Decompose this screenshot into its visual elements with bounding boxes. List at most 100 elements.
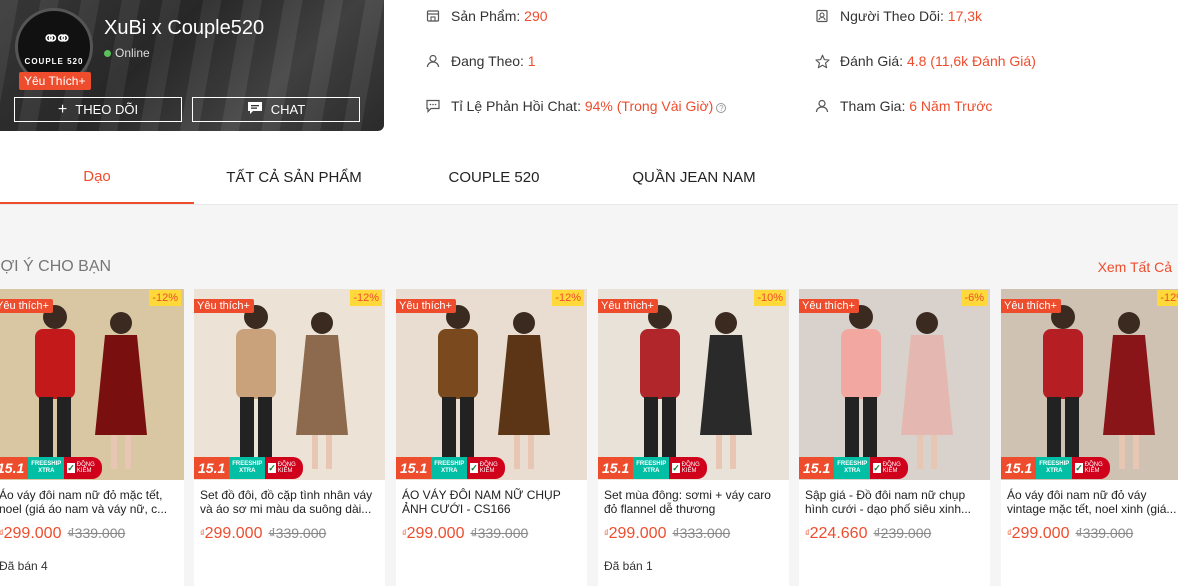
favorite-badge: Yêu thích+: [1001, 299, 1061, 313]
inspection-badge: ✓ ĐỒNG KIỂM: [265, 457, 304, 479]
product-card[interactable]: Yêu thích+ -12% 15.1 FREESHIP XTRA ✓ ĐỒN…: [396, 289, 587, 586]
freeship-label: FREESHIP XTRA: [1036, 457, 1073, 479]
current-price: 299.000: [1011, 525, 1070, 542]
followers-icon: [814, 8, 830, 24]
product-image[interactable]: [396, 289, 587, 480]
promo-banner: 15.1 FREESHIP XTRA ✓ ĐỒNG KIỂM: [598, 456, 708, 480]
chat-rate-label: Tỉ Lệ Phản Hồi Chat:: [451, 98, 581, 114]
product-price: ₫224.660 ₫239.000: [805, 525, 931, 543]
chat-rate-value: 94% (Trong Vài Giờ): [584, 98, 714, 114]
freeship-label: FREESHIP XTRA: [229, 457, 266, 479]
section-title: GỢI Ý CHO BẠN: [0, 258, 112, 275]
tab-all-products[interactable]: TẤT CẢ SẢN PHẨM: [194, 150, 394, 204]
product-name[interactable]: Sập giá - Đồ đôi nam nữ chụp hình cưới -…: [805, 488, 985, 516]
current-price: 299.000: [3, 525, 62, 542]
online-status: Online: [104, 46, 150, 60]
original-price: ₫339.000: [268, 525, 327, 541]
product-price: ₫299.000 ₫339.000: [200, 525, 326, 543]
sale-151-label: 15.1: [194, 457, 230, 479]
product-name[interactable]: Áo váy đôi nam nữ đỏ mặc tết, noel (giá …: [0, 488, 179, 516]
product-card[interactable]: Yêu thích+ -10% 15.1 FREESHIP XTRA ✓ ĐỒN…: [598, 289, 789, 586]
product-image[interactable]: [0, 289, 184, 480]
current-price: 224.660: [809, 525, 868, 542]
favorite-badge: Yêu thích+: [396, 299, 456, 313]
sale-151-label: 15.1: [396, 457, 432, 479]
joined-label: Tham Gia:: [840, 98, 906, 114]
stat-following: Đang Theo: 1: [425, 53, 536, 69]
following-value: 1: [527, 53, 536, 69]
check-icon: ✓: [67, 463, 75, 473]
sold-count: Đã bán 1: [604, 559, 653, 573]
inspection-badge: ✓ ĐỒNG KIỂM: [870, 457, 909, 479]
chat-label: CHAT: [270, 102, 306, 117]
original-price: ₫333.000: [672, 525, 731, 541]
stat-rating: Đánh Giá: 4.8 (11,6k Đánh Giá): [814, 53, 1036, 69]
check-icon: ✓: [1075, 463, 1083, 473]
product-card[interactable]: Yêu thích+ -6% 15.1 FREESHIP XTRA ✓ ĐỒNG…: [799, 289, 990, 586]
sale-151-label: 15.1: [799, 457, 835, 479]
product-price: ₫299.000 ₫339.000: [1007, 525, 1133, 543]
following-label: Đang Theo:: [451, 53, 524, 69]
shop-tabs: Dạo TẤT CẢ SẢN PHẨM COUPLE 520 QUẦN JEAN…: [0, 150, 1178, 205]
see-all-link[interactable]: Xem Tất Cả: [1098, 259, 1172, 275]
original-price: ₫339.000: [1075, 525, 1134, 541]
stat-followers: Người Theo Dõi: 17,3k: [814, 8, 982, 24]
promo-banner: 15.1 FREESHIP XTRA ✓ ĐỒNG KIỂM: [0, 456, 103, 480]
check-icon: ✓: [470, 463, 478, 473]
shop-header-card: ⚭⚭ COUPLE 520 Yêu Thích+ XuBi x Couple52…: [0, 0, 384, 131]
product-card[interactable]: Yêu thích+ -12% 15.1 FREESHIP XTRA ✓ ĐỒN…: [194, 289, 385, 586]
product-name[interactable]: ÁO VÁY ĐÔI NAM NỮ CHỤP ẢNH CƯỚI - CS166: [402, 488, 582, 516]
product-name[interactable]: Áo váy đôi nam nữ đỏ váy vintage mặc tết…: [1007, 488, 1178, 516]
discount-badge: -12%: [149, 290, 181, 306]
product-image[interactable]: [194, 289, 385, 480]
stat-joined: Tham Gia: 6 Năm Trước: [814, 98, 992, 114]
follow-button[interactable]: + THEO DÕI: [14, 97, 182, 122]
joined-value: 6 Năm Trước: [909, 98, 993, 114]
product-image[interactable]: [1001, 289, 1178, 480]
product-name[interactable]: Set đồ đôi, đồ cặp tình nhân váy và áo s…: [200, 488, 380, 516]
rating-label: Đánh Giá:: [840, 53, 904, 69]
tab-mens-jeans[interactable]: QUẦN JEAN NAM: [594, 150, 794, 204]
inspection-label: ĐỒNG KIỂM: [882, 462, 901, 474]
product-price: ₫299.000 ₫339.000: [0, 525, 125, 543]
follow-label: THEO DÕI: [75, 102, 139, 117]
promo-banner: 15.1 FREESHIP XTRA ✓ ĐỒNG KIỂM: [1001, 456, 1111, 480]
favorite-badge: Yêu thích+: [0, 299, 53, 313]
freeship-label: FREESHIP XTRA: [28, 457, 65, 479]
product-card[interactable]: Yêu thích+ -12% 15.1 FREESHIP XTRA ✓ ĐỒN…: [1001, 289, 1178, 586]
original-price: ₫339.000: [67, 525, 126, 541]
product-name[interactable]: Set mùa đông: sơmi + váy caro đỏ flannel…: [604, 488, 784, 516]
tab-couple-520[interactable]: COUPLE 520: [394, 150, 594, 204]
freeship-label: FREESHIP XTRA: [633, 457, 670, 479]
inspection-label: ĐỒNG KIỂM: [681, 462, 700, 474]
inspection-badge: ✓ ĐỒNG KIỂM: [64, 457, 103, 479]
tab-dao[interactable]: Dạo: [0, 150, 194, 204]
product-card[interactable]: Yêu thích+ -12% 15.1 FREESHIP XTRA ✓ ĐỒN…: [0, 289, 184, 586]
chat-dots-icon: [425, 98, 441, 114]
favorite-badge: Yêu thích+: [799, 299, 859, 313]
product-image[interactable]: [799, 289, 990, 480]
product-image[interactable]: [598, 289, 789, 480]
sale-151-label: 15.1: [598, 457, 634, 479]
question-help-icon[interactable]: ?: [716, 103, 727, 113]
shop-name: XuBi x Couple520: [104, 17, 265, 39]
inspection-label: ĐỒNG KIỂM: [1084, 462, 1103, 474]
sale-151-label: 15.1: [0, 457, 29, 479]
inspection-badge: ✓ ĐỒNG KIỂM: [1072, 457, 1111, 479]
freeship-label: FREESHIP XTRA: [834, 457, 871, 479]
discount-badge: -12%: [1157, 290, 1178, 306]
current-price: 299.000: [406, 525, 465, 542]
person-icon: [814, 98, 830, 114]
check-icon: ✓: [672, 463, 680, 473]
product-price: ₫299.000 ₫339.000: [402, 525, 528, 543]
star-icon: [814, 53, 830, 69]
user-icon: [425, 53, 441, 69]
check-icon: ✓: [268, 463, 276, 473]
chat-button[interactable]: CHAT: [192, 97, 360, 122]
original-price: ₫339.000: [470, 525, 529, 541]
rings-logo-icon: ⚭⚭: [41, 26, 73, 52]
discount-badge: -6%: [961, 290, 987, 306]
discount-badge: -10%: [754, 290, 786, 306]
stat-chat-rate: Tỉ Lệ Phản Hồi Chat: 94% (Trong Vài Giờ)…: [425, 98, 727, 114]
avatar-brand-text: COUPLE 520: [24, 56, 84, 66]
